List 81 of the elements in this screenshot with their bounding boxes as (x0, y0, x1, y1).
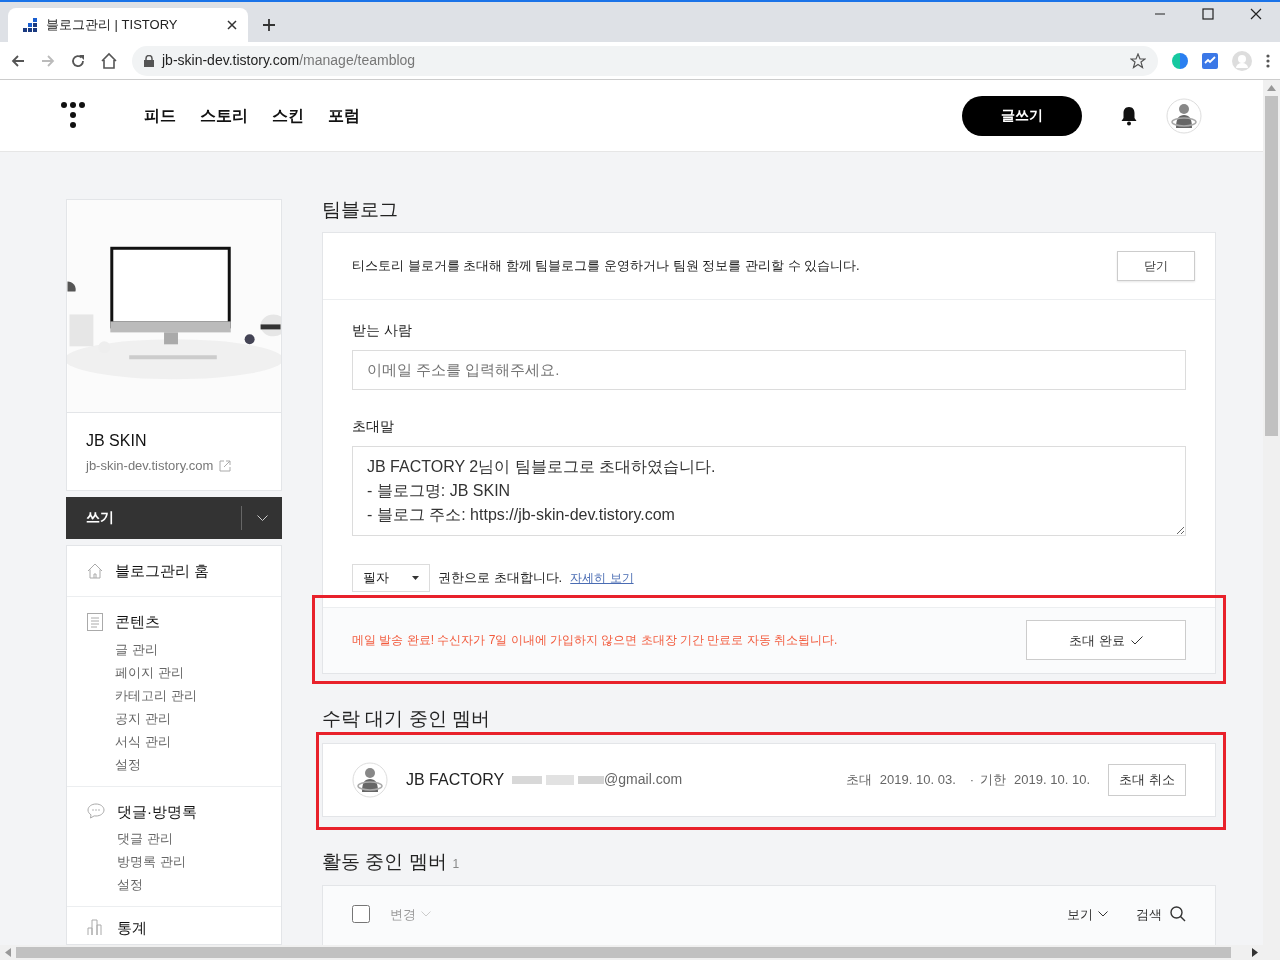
tistory-logo[interactable] (60, 100, 86, 131)
avatar (352, 761, 388, 798)
write-button[interactable]: 글쓰기 (962, 95, 1082, 136)
member-count: 1 (452, 855, 460, 873)
field-label: 받는 사람 (352, 320, 413, 340)
reload-icon[interactable] (70, 52, 86, 69)
expiry-label: 기한 (980, 770, 1007, 789)
close-icon[interactable] (226, 19, 238, 31)
member-name: JB FACTORY (406, 769, 505, 790)
menu-item[interactable]: 설정 (117, 873, 197, 896)
detail-link[interactable]: 자세히 보기 (570, 568, 634, 587)
bell-icon[interactable] (1120, 105, 1138, 126)
search-icon (1170, 906, 1186, 923)
page-title: 팀블로그 (322, 199, 399, 222)
menu-heading[interactable]: 댓글·방명록 (117, 800, 197, 823)
scroll-right-arrow-icon[interactable] (1252, 948, 1258, 957)
lock-icon (144, 54, 154, 67)
menu-icon[interactable] (1266, 52, 1270, 69)
menu-heading[interactable]: 블로그관리 홈 (115, 559, 210, 582)
intro-text: 티스토리 블로거를 초대해 함께 팀블로그를 운영하거나 팀원 정보를 관리할 수 있습니다. (352, 257, 861, 276)
close-button[interactable]: 닫기 (1117, 250, 1195, 281)
extension-icon[interactable] (1202, 52, 1218, 69)
notice-text: 메일 발송 완료! 수신자가 7일 이내에 가입하지 않으면 초대장 기간 만료로 자동 취소됩니다. (352, 632, 839, 650)
section-title: 수락 대기 중인 멤버 (322, 707, 491, 731)
menu-item[interactable]: 설정 (115, 752, 197, 776)
cancel-invite-button[interactable]: 초대 취소 (1108, 763, 1186, 796)
blog-url-link[interactable]: jb-skin-dev.tistory.com (86, 456, 262, 476)
comment-icon (87, 802, 105, 819)
invite-date: 2019. 10. 03. (879, 770, 956, 789)
menu-item[interactable]: 댓글 관리 (117, 827, 197, 850)
field-label: 초대말 (352, 416, 395, 436)
blog-name: JB SKIN (86, 431, 148, 451)
invite-label: 초대 (845, 770, 872, 789)
maximize-icon[interactable] (1202, 8, 1214, 20)
extension-icon[interactable] (1172, 52, 1188, 69)
menu-item[interactable]: 페이지 관리 (115, 660, 197, 684)
menu-item[interactable]: 공지 관리 (115, 706, 197, 730)
menu-heading[interactable]: 통계 (117, 917, 147, 940)
role-text: 권한으로 초대합니다. (438, 569, 563, 588)
avatar[interactable] (1166, 97, 1202, 134)
document-icon (87, 613, 103, 631)
expiry-date: 2019. 10. 10. (1014, 770, 1090, 789)
url-text: jb-skin-dev.tistory.com/manage/teamblog (162, 51, 416, 70)
back-icon[interactable] (10, 52, 26, 69)
external-link-icon (219, 459, 232, 472)
chevron-down-icon[interactable] (256, 514, 268, 521)
bar-chart-icon (87, 919, 105, 935)
check-icon (1130, 635, 1143, 645)
caret-icon (412, 575, 419, 580)
member-email: @gmail.com (604, 770, 684, 790)
search-button[interactable]: 검색 (1136, 904, 1186, 925)
select-all-checkbox[interactable] (352, 905, 370, 924)
menu-item[interactable]: 카테고리 관리 (115, 683, 197, 707)
address-bar[interactable]: jb-skin-dev.tistory.com/manage/teamblog (132, 45, 1158, 76)
nav-link[interactable]: 피드 (144, 103, 176, 128)
section-title: 활동 중인 멤버 (322, 850, 447, 874)
role-select[interactable]: 필자 (352, 563, 430, 592)
tab-title: 블로그관리 | TISTORY (46, 16, 179, 35)
email-field[interactable]: 이메일 주소를 입력해주세요. (352, 349, 1186, 390)
view-dropdown[interactable]: 보기 (1067, 904, 1108, 925)
scrollbar[interactable] (1263, 80, 1280, 945)
nav-link[interactable]: 스킨 (272, 103, 304, 128)
close-icon[interactable] (1250, 8, 1262, 20)
menu-heading[interactable]: 콘텐츠 (115, 611, 197, 634)
menu-item[interactable]: 방명록 관리 (117, 850, 197, 873)
home-icon (87, 562, 103, 579)
browser-tab[interactable]: 블로그관리 | TISTORY (8, 8, 248, 42)
separator: · (969, 770, 975, 789)
site-icon (22, 18, 38, 32)
new-tab-icon[interactable] (262, 18, 276, 32)
chevron-down-icon (421, 911, 431, 918)
nav-link[interactable]: 포럼 (328, 103, 360, 128)
menu-item[interactable]: 서식 관리 (115, 729, 197, 753)
scrollbar[interactable] (0, 945, 1280, 960)
message-field[interactable]: JB FACTORY 2님이 팀블로그로 초대하였습니다. - 블로그명: JB SKIN - 블로그 주소: https://jb-skin-dev.tistory.com (352, 445, 1186, 536)
nav-link[interactable]: 스토리 (200, 103, 248, 128)
menu-item[interactable]: 글 관리 (115, 637, 197, 661)
chevron-down-icon (1098, 911, 1108, 918)
star-icon[interactable] (1130, 52, 1146, 69)
home-icon[interactable] (100, 51, 118, 70)
invite-done-button[interactable]: 초대 완료 (1026, 620, 1186, 661)
